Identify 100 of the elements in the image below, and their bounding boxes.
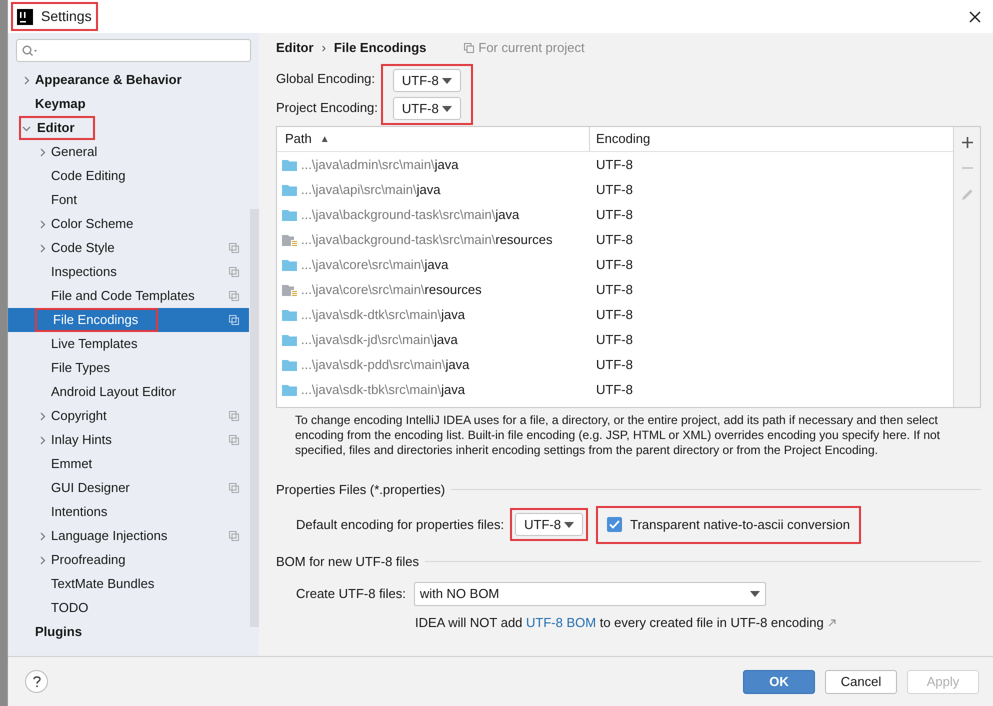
copy-icon	[229, 267, 239, 277]
table-cell-text: ...\java\sdk-tbk\src\main\java	[301, 380, 466, 399]
tree-item[interactable]: Editor	[8, 116, 249, 140]
search-field[interactable]	[16, 39, 251, 62]
field-label: Default encoding for properties files:	[296, 516, 504, 534]
tree-item[interactable]: TODO	[8, 596, 249, 620]
breadcrumb-link[interactable]: Editor	[276, 38, 314, 58]
table-cell-text: ...\java\core\src\main\resources	[301, 280, 482, 299]
tree-item[interactable]: File and Code Templates	[8, 284, 249, 308]
annotation-frame: Editor	[19, 116, 95, 140]
tree-item[interactable]: File Types	[8, 356, 249, 380]
table-cell-text: ...\java\api\src\main\java	[301, 180, 440, 199]
close-icon[interactable]	[969, 10, 981, 22]
chevron-icon[interactable]	[22, 124, 31, 132]
dropdown[interactable]: with NO BOM	[414, 582, 766, 606]
breadcrumb-current: File Encodings	[334, 39, 426, 58]
tree-item[interactable]: Copyright	[8, 404, 249, 428]
column-header[interactable]: Path ▲	[277, 127, 590, 151]
table-cell-text: UTF-8	[595, 230, 633, 249]
tree-item[interactable]: Code Style	[8, 236, 249, 260]
tree-item[interactable]: TextMate Bundles	[8, 572, 249, 596]
dropdown[interactable]: UTF-8	[392, 97, 461, 120]
tree-item[interactable]: Inspections	[8, 260, 249, 284]
tree-item[interactable]: Android Layout Editor	[8, 380, 249, 404]
tree-item[interactable]: Emmet	[8, 452, 249, 476]
folder-icon	[282, 158, 297, 170]
tree-item[interactable]: General	[8, 140, 249, 164]
link[interactable]: UTF-8 BOM	[526, 615, 596, 630]
tree-item[interactable]: Keymap	[8, 92, 249, 116]
table-cell-text: UTF-8	[595, 156, 633, 174]
copy-icon	[229, 531, 239, 541]
folder-icon	[282, 208, 297, 220]
field-label: Project Encoding:	[276, 99, 378, 118]
chevron-icon[interactable]	[38, 556, 47, 564]
table-cell-text: UTF-8	[595, 280, 633, 299]
caret-icon	[750, 591, 760, 597]
checkbox[interactable]	[607, 517, 622, 532]
chevron-icon[interactable]	[22, 76, 31, 84]
tree-item[interactable]: Appearance & Behavior	[8, 68, 249, 92]
chevron-icon[interactable]	[38, 412, 47, 420]
table-cell-text: UTF-8	[595, 330, 633, 349]
dropdown[interactable]: UTF-8	[515, 513, 584, 536]
tree-item[interactable]: Font	[8, 188, 249, 212]
table-cell-text: UTF-8	[595, 206, 633, 224]
table-cell-text: ...\java\sdk-dtk\src\main\java	[301, 306, 466, 324]
folder-icon	[282, 184, 297, 196]
table-cell-text: ...\java\sdk-jd\src\main\java	[301, 330, 458, 349]
tree-item[interactable]: Language Injections	[8, 524, 249, 548]
chevron-icon[interactable]	[38, 148, 47, 156]
tree-item[interactable]: Inlay Hints	[8, 428, 249, 452]
checkbox-label[interactable]: Transparent native-to-ascii conversion	[630, 514, 850, 534]
folder-icon	[282, 384, 297, 396]
column-header[interactable]: Encoding	[590, 127, 953, 151]
chevron-icon[interactable]	[38, 532, 47, 540]
tree-item[interactable]: Color Scheme	[8, 212, 249, 236]
tree-item[interactable]: Proofreading	[8, 548, 249, 572]
copy-icon	[229, 315, 239, 325]
copy-icon	[464, 43, 474, 53]
table-cell-text: UTF-8	[595, 306, 633, 324]
resource-folder-icon	[282, 234, 297, 246]
folder-icon	[282, 258, 297, 270]
caret-icon	[564, 522, 574, 528]
copy-icon	[229, 435, 239, 445]
tree-item[interactable]: Code Editing	[8, 164, 249, 188]
external-link-icon	[828, 618, 836, 627]
chevron-icon[interactable]	[38, 436, 47, 444]
field-label: Global Encoding:	[276, 70, 376, 88]
help-button[interactable]	[25, 670, 48, 693]
annotation-frame: File Encodings	[35, 308, 158, 332]
copy-icon	[229, 291, 239, 301]
question-icon	[32, 676, 40, 688]
dialog-button[interactable]: Cancel	[825, 670, 897, 694]
ok-button[interactable]: OK	[743, 670, 815, 694]
tree-item[interactable]: Live Templates	[8, 332, 249, 356]
tree-item[interactable]: File Encodings	[8, 308, 249, 332]
folder-icon	[282, 358, 297, 370]
section-title: Properties Files (*.properties)	[276, 481, 446, 499]
search-icon	[22, 44, 38, 56]
caret-icon	[442, 78, 452, 84]
scrollbar-thumb[interactable]	[250, 209, 259, 627]
table-cell-text: ...\java\admin\src\main\java	[301, 156, 459, 174]
app-logo-icon	[17, 8, 33, 24]
tree-item[interactable]: Plugins	[8, 620, 249, 644]
tree-item[interactable]: GUI Designer	[8, 476, 249, 500]
table-cell-text: ...\java\background-task\src\main\java	[301, 206, 520, 224]
copy-icon	[229, 483, 239, 493]
note-text: IDEA will NOT add UTF-8 BOM to every created file in UTF-8 encoding	[415, 614, 824, 632]
table-cell-text: UTF-8	[595, 356, 633, 374]
scope-label: For current project	[478, 39, 585, 58]
window-title: Settings	[41, 7, 92, 26]
tree-item[interactable]: Intentions	[8, 500, 249, 524]
field-label: Create UTF-8 files:	[296, 585, 406, 604]
chevron-icon[interactable]	[38, 220, 47, 228]
table-cell-text: ...\java\sdk-pdd\src\main\java	[301, 356, 470, 374]
section-title: BOM for new UTF-8 files	[276, 552, 420, 570]
dropdown[interactable]: UTF-8	[392, 69, 461, 92]
chevron-icon[interactable]	[38, 244, 47, 252]
table-cell-text: ...\java\background-task\src\main\resources	[301, 230, 552, 249]
copy-icon	[229, 243, 239, 253]
resource-folder-icon	[282, 284, 297, 296]
